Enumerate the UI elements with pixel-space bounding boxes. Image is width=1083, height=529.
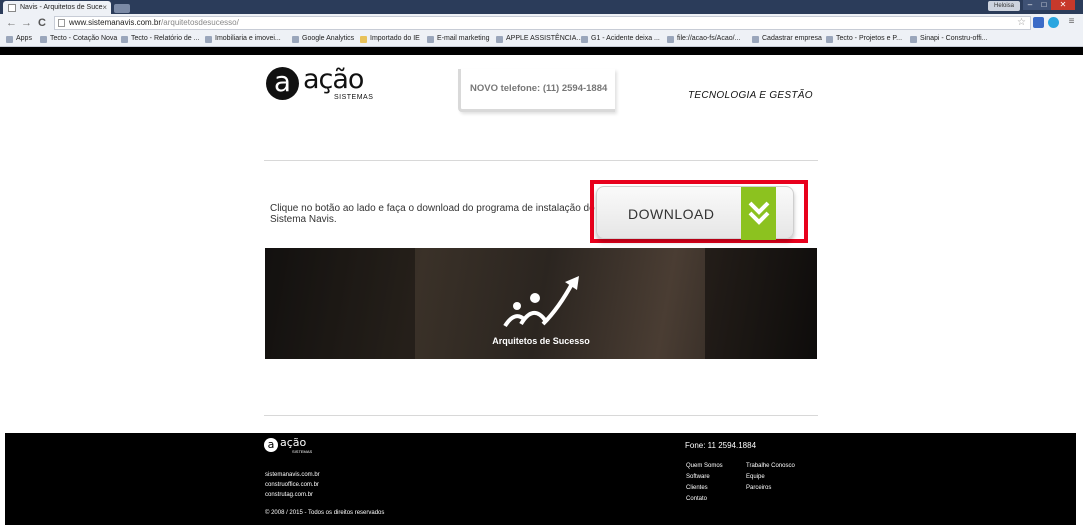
menu-icon[interactable]: ≡	[1066, 17, 1077, 28]
phone-box: NOVO telefone: (11) 2594-1884	[458, 69, 615, 112]
bookmark-star-icon[interactable]: ☆	[1017, 17, 1026, 29]
minimize-button[interactable]: –	[1023, 0, 1037, 10]
address-bar[interactable]: www.sistemanavis.com.br/arquitetosdesuce…	[54, 16, 1031, 30]
reload-button[interactable]: C	[38, 17, 46, 29]
logo-subtitle: SISTEMAS	[334, 94, 374, 101]
footer-phone: Fone: 11 2594.1884	[685, 441, 757, 450]
bookmark-item[interactable]: file://acao-fs/Acao/...	[667, 35, 740, 43]
url-host: www.sistemanavis.com.br	[69, 18, 162, 27]
bookmark-item[interactable]: G1 - Acidente deixa ...	[581, 35, 660, 43]
footer-logo-mark: a	[264, 438, 278, 452]
tab-title: Navis - Arquitetos de Suce	[20, 4, 103, 11]
page-favicon-icon	[8, 4, 16, 12]
extension-icon[interactable]	[1033, 17, 1044, 28]
browser-tabstrip: Navis - Arquitetos de Suce × Heloisa – □…	[0, 0, 1083, 14]
download-instructions: Clique no botão ao lado e faça o downloa…	[270, 203, 595, 225]
tab-close-icon[interactable]: ×	[102, 3, 107, 12]
footer-menu-item[interactable]: Parceiros	[746, 483, 795, 494]
footer: a ação SISTEMAS sistemanavis.com.br cons…	[5, 433, 1076, 525]
footer-menu-col2: Trabalhe Conosco Equipe Parceiros	[746, 461, 795, 494]
bookmark-item[interactable]: Imobiliaria e imovei...	[205, 35, 281, 43]
new-tab-button[interactable]	[114, 4, 130, 13]
bookmark-item[interactable]: Tecto - Cotação Nova	[40, 35, 117, 43]
bookmark-item[interactable]: Cadastrar empresa	[752, 35, 822, 43]
footer-logo-wordmark: ação	[280, 436, 307, 449]
footer-logo-subtitle: SISTEMAS	[292, 449, 313, 454]
divider	[264, 415, 818, 416]
download-button[interactable]: DOWNLOAD	[596, 186, 794, 240]
bookmark-item[interactable]: Sinapi - Constru-offi...	[910, 35, 988, 43]
bookmark-item[interactable]: Apps	[6, 35, 32, 43]
download-arrow-icon	[741, 187, 776, 240]
bookmark-folder[interactable]: Importado do IE	[360, 35, 420, 43]
back-button[interactable]: ←	[6, 17, 17, 29]
page-icon	[58, 19, 65, 27]
footer-menu-item[interactable]: Software	[686, 472, 723, 483]
footer-link[interactable]: sistemanavis.com.br	[265, 470, 320, 480]
bookmarks-bar: Apps Tecto - Cotação Nova Tecto - Relató…	[0, 32, 1083, 47]
arquitetos-logo-icon	[503, 276, 579, 328]
footer-link[interactable]: construoffice.com.br	[265, 480, 320, 490]
download-label: DOWNLOAD	[628, 206, 715, 222]
footer-menu-item[interactable]: Trabalhe Conosco	[746, 461, 795, 472]
banner-title: Arquitetos de Sucesso	[492, 336, 590, 346]
tagline: TECNOLOGIA E GESTÃO	[688, 90, 813, 101]
footer-site-links: sistemanavis.com.br construoffice.com.br…	[265, 470, 320, 500]
divider	[264, 160, 818, 161]
footer-menu-item[interactable]: Clientes	[686, 483, 723, 494]
footer-menu-col1: Quem Somos Software Clientes Contato	[686, 461, 723, 505]
profile-button[interactable]: Heloisa	[988, 1, 1020, 11]
maximize-button[interactable]: □	[1037, 0, 1051, 10]
footer-menu-item[interactable]: Contato	[686, 494, 723, 505]
url-path: /arquitetosdesucesso/	[161, 18, 239, 27]
footer-menu-item[interactable]: Equipe	[746, 472, 795, 483]
footer-menu-item[interactable]: Quem Somos	[686, 461, 723, 472]
copyright: © 2008 / 2015 - Todos os direitos reserv…	[265, 510, 385, 516]
bookmark-item[interactable]: Tecto - Relatório de ...	[121, 35, 199, 43]
page-top-bar	[0, 47, 1083, 55]
bookmark-item[interactable]: Tecto - Projetos e P...	[826, 35, 902, 43]
bookmark-item[interactable]: E-mail marketing	[427, 35, 490, 43]
footer-link[interactable]: construtag.com.br	[265, 490, 320, 500]
close-window-button[interactable]: ✕	[1051, 0, 1075, 10]
browser-toolbar: ← → C www.sistemanavis.com.br/arquitetos…	[0, 14, 1083, 32]
logo-wordmark: ação	[303, 64, 364, 95]
forward-button[interactable]: →	[21, 17, 32, 29]
bookmark-item[interactable]: Google Analytics	[292, 35, 354, 43]
browser-tab[interactable]: Navis - Arquitetos de Suce ×	[3, 1, 111, 14]
logo-mark: a	[266, 67, 299, 100]
phone-number: NOVO telefone: (11) 2594-1884	[470, 83, 608, 94]
bookmark-item[interactable]: APPLE ASSISTÊNCIA...	[496, 35, 582, 43]
skype-icon[interactable]	[1048, 17, 1059, 28]
hero-banner: Arquitetos de Sucesso	[265, 248, 817, 359]
